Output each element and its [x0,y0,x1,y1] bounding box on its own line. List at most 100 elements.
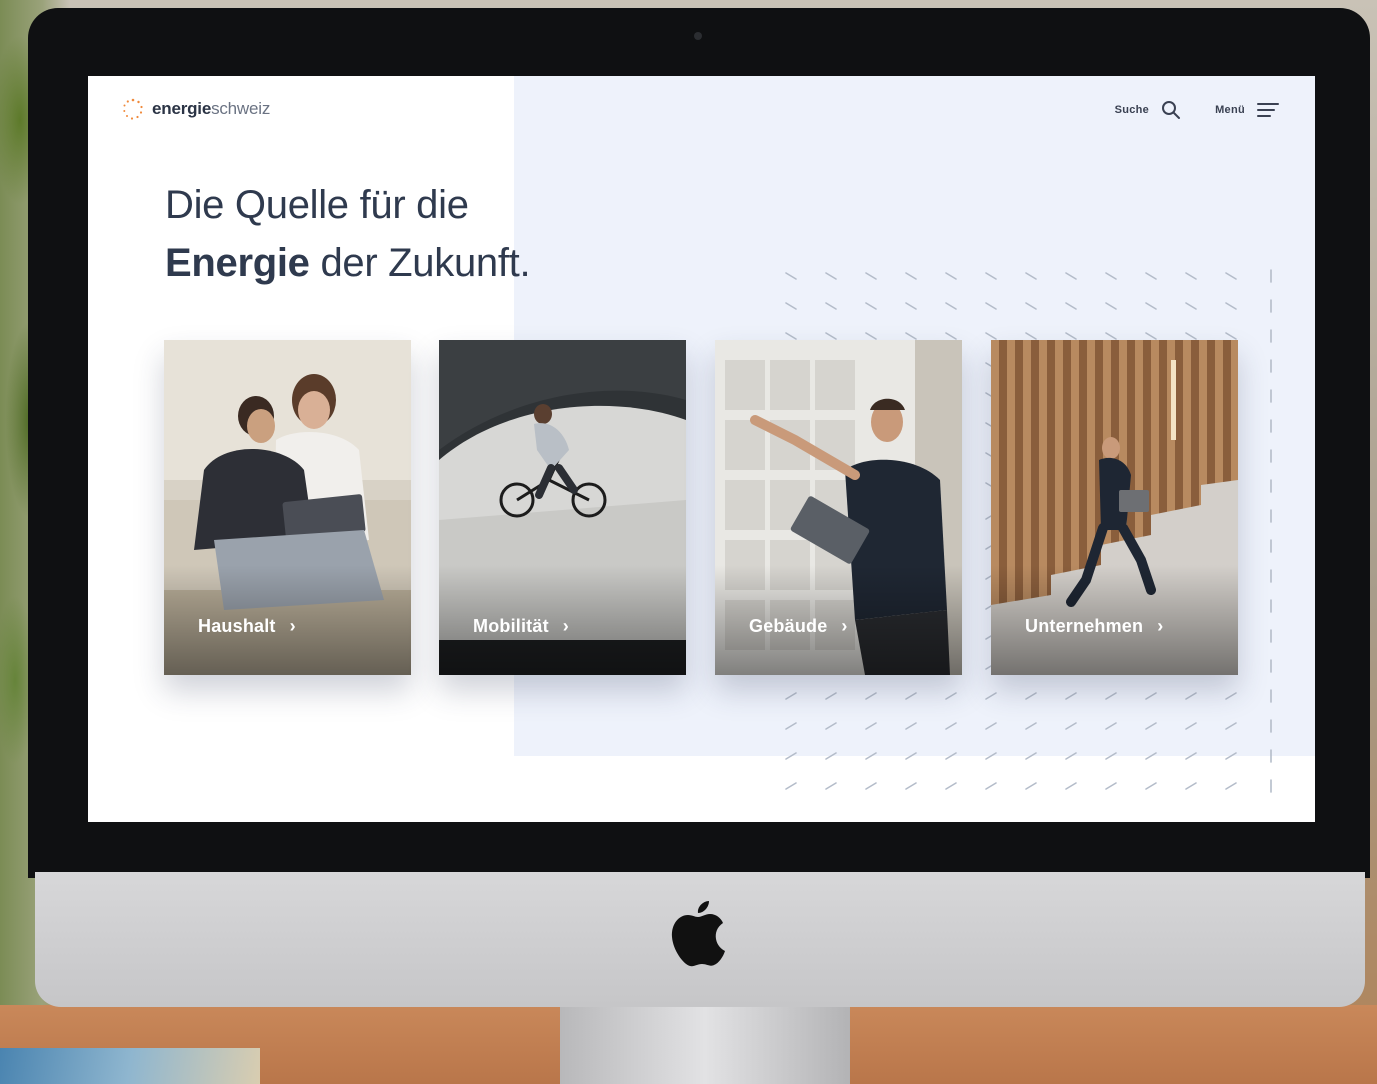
hero-line-1: Die Quelle für die [165,183,469,227]
pattern-dash [1105,332,1117,340]
pattern-dash [825,782,837,790]
pattern-dash [1105,752,1117,760]
pattern-dash [1065,692,1077,700]
pattern-dash [945,302,957,310]
pattern-dash [1185,722,1197,730]
imac-stand [560,1000,850,1084]
pattern-dash [905,692,917,700]
pattern-dash [865,692,877,700]
apple-logo-icon [671,901,725,967]
pattern-dash [865,332,877,340]
pattern-dash [825,692,837,700]
pattern-dash [1145,722,1157,730]
pattern-dash [1025,722,1037,730]
hero-headline: Die Quelle für die Energie der Zukunft. [165,176,685,292]
pattern-dash [1025,752,1037,760]
pattern-dash [1065,752,1077,760]
pattern-dash [1225,722,1237,730]
pattern-dash [945,272,957,280]
pattern-dash [1065,332,1077,340]
magazine-on-desk [0,1048,260,1084]
pattern-dash [1025,332,1037,340]
card-gebaeude[interactable]: Gebäude › [715,340,962,675]
pattern-dash [1025,692,1037,700]
pattern-dash [945,692,957,700]
card-unternehmen[interactable]: Unternehmen › [991,340,1238,675]
pattern-dash [1185,752,1197,760]
chevron-right-icon: › [562,616,569,636]
sun-logo-icon [123,98,143,120]
site-logo[interactable]: energieschweiz [122,98,270,120]
pattern-dash [1025,782,1037,790]
pattern-dash [1185,692,1197,700]
pattern-dash [865,272,877,280]
pattern-dash [1225,692,1237,700]
pattern-dash [1105,782,1117,790]
pattern-dash [1185,302,1197,310]
logo-wordmark: energieschweiz [152,99,271,118]
pattern-dash [785,272,797,280]
search-icon [1162,101,1181,119]
pattern-dash [865,782,877,790]
pattern-dash [945,752,957,760]
pattern-dash [985,302,997,310]
card-label: Haushalt › [198,616,296,636]
pattern-dash [1105,722,1117,730]
card-label: Gebäude › [749,616,848,636]
category-cards: Haushalt › Mobilität › Gebäude › Unterne… [164,340,1238,675]
pattern-dash [1105,692,1117,700]
pattern-dash [785,302,797,310]
pattern-dash [1145,272,1157,280]
pattern-dash [785,782,797,790]
pattern-dash [905,272,917,280]
hero-line-2: Energie der Zukunft. [165,241,531,285]
card-mobilitaet[interactable]: Mobilität › [439,340,686,675]
pattern-dash [985,782,997,790]
pattern-dash [785,722,797,730]
header-nav: Suche Menü [1115,100,1279,120]
pattern-dash [1105,302,1117,310]
webcam [694,32,702,40]
pattern-dash [905,782,917,790]
pattern-dash [1065,782,1077,790]
pattern-dash [1225,332,1237,340]
pattern-dash [1225,752,1237,760]
pattern-dash [905,302,917,310]
pattern-dash [1225,302,1237,310]
pattern-dash [785,752,797,760]
pattern-dash [825,752,837,760]
pattern-dash [1145,752,1157,760]
chevron-right-icon: › [841,616,848,636]
pattern-dash [785,332,797,340]
pattern-dash [865,302,877,310]
pattern-dash [1065,722,1077,730]
pattern-dash [1065,302,1077,310]
pattern-dash [945,722,957,730]
pattern-dash [1065,272,1077,280]
pattern-dash [1025,272,1037,280]
pattern-dash [865,722,877,730]
pattern-dash [1145,692,1157,700]
pattern-dash [825,722,837,730]
menu-button[interactable]: Menü [1215,101,1279,119]
pattern-dash [865,752,877,760]
card-haushalt[interactable]: Haushalt › [164,340,411,675]
pattern-dash [825,332,837,340]
pattern-dash [985,722,997,730]
pattern-dash [945,782,957,790]
pattern-dash [985,692,997,700]
card-label: Mobilität › [473,616,569,636]
search-button[interactable]: Suche [1115,100,1182,120]
pattern-dash [985,752,997,760]
menu-label: Menü [1215,104,1245,116]
pattern-dash [905,752,917,760]
hamburger-icon [1257,103,1279,117]
pattern-dash [1185,272,1197,280]
pattern-dash [785,692,797,700]
chevron-right-icon: › [289,616,296,636]
chevron-right-icon: › [1157,616,1164,636]
pattern-dash [905,332,917,340]
pattern-dash [1225,272,1237,280]
pattern-dash [1185,332,1197,340]
pattern-dash [1145,782,1157,790]
